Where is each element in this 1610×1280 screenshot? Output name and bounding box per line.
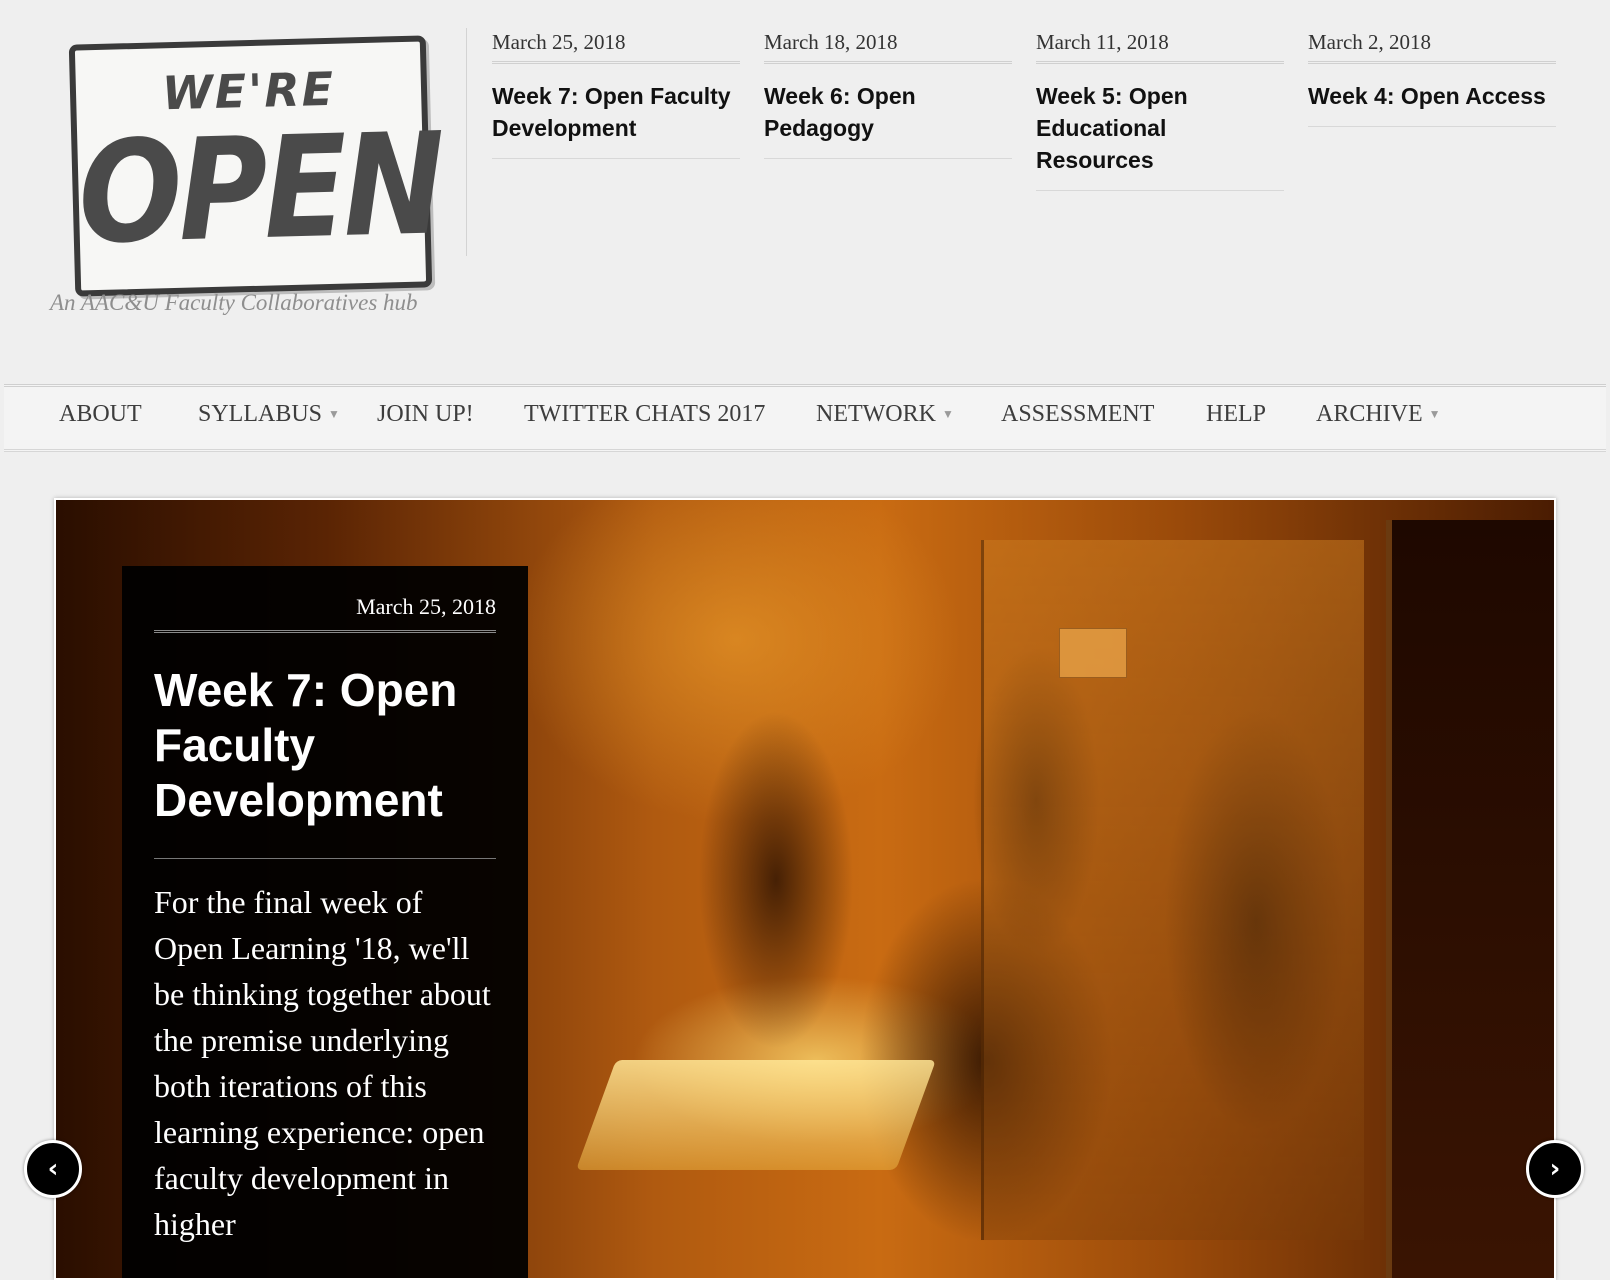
nav-item-network[interactable]: NETWORK ▼ <box>816 401 954 428</box>
nav-label: NETWORK <box>816 401 936 427</box>
dropdown-caret-icon: ▼ <box>1428 407 1441 421</box>
site-logo[interactable]: WE'RE OPEN <box>62 30 444 330</box>
slide-date: March 25, 2018 <box>154 566 496 633</box>
nav-label: SYLLABUS <box>198 401 323 427</box>
nav-item-join-up[interactable]: JOIN UP! <box>377 401 474 428</box>
recent-post[interactable]: March 25, 2018 Week 7: Open Faculty Deve… <box>492 30 740 159</box>
post-date: March 2, 2018 <box>1308 30 1556 64</box>
post-title-link[interactable]: Week 6: Open Pedagogy <box>764 64 1012 159</box>
post-title-link[interactable]: Week 5: Open Educational Resources <box>1036 64 1284 191</box>
post-date: March 25, 2018 <box>492 30 740 64</box>
nav-label: JOIN UP! <box>377 401 474 427</box>
header-divider <box>466 28 467 256</box>
sign-open-text: OPEN <box>76 102 444 276</box>
recent-post[interactable]: March 18, 2018 Week 6: Open Pedagogy <box>764 30 1012 159</box>
nav-item-archive[interactable]: ARCHIVE ▼ <box>1316 401 1441 428</box>
dropdown-caret-icon: ▼ <box>328 407 340 421</box>
nav-item-about[interactable]: ABOUT <box>59 401 142 428</box>
slider-prev-button[interactable]: ‹ <box>24 1140 82 1198</box>
photo-sign-shape <box>1059 628 1127 678</box>
nav-item-syllabus[interactable]: SYLLABUS ▼ <box>198 401 340 428</box>
post-title-link[interactable]: Week 4: Open Access <box>1308 64 1556 127</box>
nav-label: HELP <box>1206 401 1266 427</box>
slider-next-button[interactable]: › <box>1526 1140 1584 1198</box>
slide-caption[interactable]: March 25, 2018 Week 7: Open Faculty Deve… <box>122 566 528 1278</box>
main-nav: ABOUT SYLLABUS ▼ JOIN UP! TWITTER CHATS 2… <box>4 384 1606 452</box>
nav-item-help[interactable]: HELP <box>1206 401 1266 428</box>
featured-slider[interactable]: March 25, 2018 Week 7: Open Faculty Deve… <box>54 498 1556 1280</box>
post-title-link[interactable]: Week 7: Open Faculty Development <box>492 64 740 159</box>
photo-door-shape <box>981 540 1364 1240</box>
chevron-right-icon: › <box>1549 1154 1561 1184</box>
open-sign-image: WE'RE OPEN <box>68 35 444 297</box>
nav-label: ABOUT <box>59 401 142 427</box>
dropdown-caret-icon: ▼ <box>941 407 954 421</box>
nav-label: ARCHIVE <box>1316 401 1423 427</box>
recent-post[interactable]: March 11, 2018 Week 5: Open Educational … <box>1036 30 1284 191</box>
nav-item-twitter-chats[interactable]: TWITTER CHATS 2017 <box>524 401 765 428</box>
slide-title-link[interactable]: Week 7: Open Faculty Development <box>154 633 496 859</box>
site-tagline: An AAC&U Faculty Collaboratives hub <box>50 290 418 315</box>
post-date: March 11, 2018 <box>1036 30 1284 64</box>
recent-post[interactable]: March 2, 2018 Week 4: Open Access <box>1308 30 1556 127</box>
chevron-left-icon: ‹ <box>47 1154 59 1184</box>
nav-label: TWITTER CHATS 2017 <box>524 401 766 427</box>
nav-item-assessment[interactable]: ASSESSMENT <box>1001 401 1154 428</box>
nav-label: ASSESSMENT <box>1001 401 1155 427</box>
post-date: March 18, 2018 <box>764 30 1012 64</box>
slide-excerpt: For the final week of Open Learning '18,… <box>154 884 491 1242</box>
photo-sink-shape <box>575 1060 937 1170</box>
